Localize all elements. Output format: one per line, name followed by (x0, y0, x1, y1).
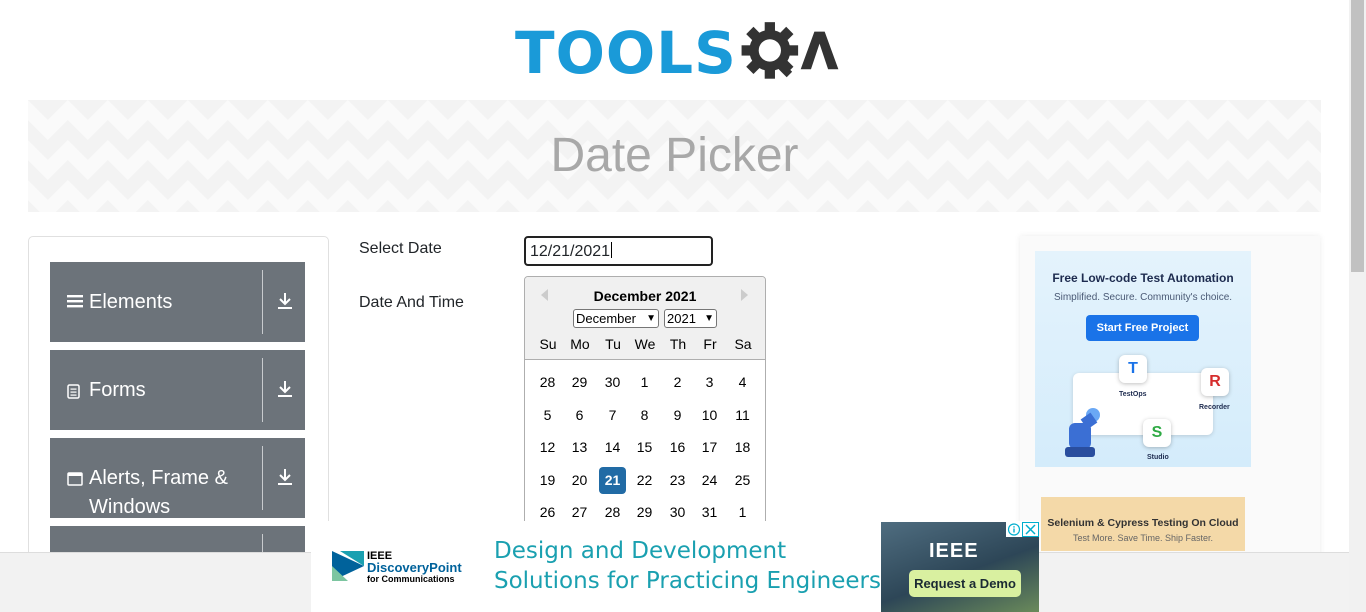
calendar-day[interactable]: 19 (534, 467, 561, 494)
ad-image-brand: IEEE (929, 540, 979, 562)
lambdatest-ad[interactable]: Selenium & Cypress Testing On Cloud Test… (1041, 497, 1245, 551)
calendar-day[interactable]: 29 (566, 369, 593, 396)
logo-tools-text: TOOLS (515, 19, 737, 87)
ad-tile-caption: Studio (1147, 454, 1169, 461)
ad-headline: Design and Development (494, 538, 787, 564)
close-ad-icon[interactable] (1022, 522, 1039, 537)
date-input-value: 12/21/2021 (530, 243, 611, 260)
ad-tile-caption: Recorder (1199, 404, 1230, 411)
date-and-time-label: Date And Time (359, 294, 464, 311)
calendar-day[interactable]: 11 (729, 402, 756, 429)
sidebar-group-alerts[interactable]: Alerts, Frame & Windows (50, 438, 305, 518)
calendar-day[interactable]: 18 (729, 434, 756, 461)
left-sidebar: Elements Forms Alerts, Frame & Windows (28, 236, 329, 566)
weekday-label: Su (539, 336, 557, 352)
calendar-day[interactable]: 3 (696, 369, 723, 396)
chevron-down-icon: ▼ (646, 313, 656, 324)
weekday-label: Mo (570, 336, 590, 352)
hamburger-icon (67, 295, 83, 308)
calendar-day[interactable]: 16 (664, 434, 691, 461)
calendar-day[interactable]: 9 (664, 402, 691, 429)
calendar-day[interactable]: 25 (729, 467, 756, 494)
toolsqa-logo[interactable]: TOOLS (515, 14, 840, 92)
calendar-day[interactable]: 23 (664, 467, 691, 494)
calendar-day[interactable]: 15 (631, 434, 658, 461)
calendar-current-month: December 2021 (593, 288, 697, 304)
calendar-day[interactable]: 8 (631, 402, 658, 429)
adchoices-info-icon[interactable] (1006, 522, 1022, 537)
weekday-label: Tu (605, 336, 621, 352)
year-select[interactable]: 2021 ▼ (664, 309, 717, 328)
calendar-day[interactable]: 17 (696, 434, 723, 461)
ad-brand-line: for Communications (367, 574, 455, 584)
weekday-label: Th (669, 336, 687, 352)
testops-tile-icon: T (1119, 355, 1147, 383)
sidebar-group-elements[interactable]: Elements (50, 262, 305, 342)
ad-subtitle: Simplified. Secure. Community's choice. (1053, 292, 1233, 303)
month-select-value: December (576, 311, 636, 326)
calendar-day[interactable]: 4 (729, 369, 756, 396)
calendar-day[interactable]: 5 (534, 402, 561, 429)
calendar-day-selected[interactable]: 21 (599, 467, 626, 494)
robot-arm-icon (1065, 408, 1100, 457)
calendar-popup: December 2021 December ▼ 2021 ▼ Su Mo Tu W… (524, 276, 766, 536)
scrollbar-thumb[interactable] (1351, 0, 1364, 272)
calendar-day[interactable]: 2 (664, 369, 691, 396)
request-demo-button[interactable]: Request a Demo (909, 570, 1021, 597)
calendar-day[interactable]: 12 (534, 434, 561, 461)
chevron-down-icon: ▼ (704, 313, 714, 324)
calendar-day[interactable]: 28 (534, 369, 561, 396)
download-arrow-icon[interactable] (277, 468, 293, 486)
ad-title: Free Low-code Test Automation (1052, 271, 1234, 285)
divider (262, 446, 263, 510)
calendar-day[interactable]: 6 (566, 402, 593, 429)
sidebar-group-label: Alerts, Frame & Windows (89, 467, 228, 518)
studio-tile-icon: S (1143, 419, 1171, 447)
download-arrow-icon[interactable] (277, 380, 293, 398)
page: TOOLS Date Picker Elements Forms Alerts,… (0, 0, 1366, 612)
calendar-day[interactable]: 13 (566, 434, 593, 461)
ieee-bottom-ad[interactable]: IEEE DiscoveryPoint for Communications D… (311, 521, 1039, 612)
calendar-day[interactable]: 7 (599, 402, 626, 429)
recorder-tile-icon: R (1201, 368, 1229, 396)
calendar-day[interactable]: 1 (631, 369, 658, 396)
calendar-day[interactable]: 10 (696, 402, 723, 429)
sidebar-group-label: Forms (89, 379, 146, 401)
calendar-day[interactable]: 24 (696, 467, 723, 494)
ad-subtitle: Test More. Save Time. Ship Faster. (1072, 533, 1214, 543)
calendar-day[interactable]: 14 (599, 434, 626, 461)
month-select[interactable]: December ▼ (573, 309, 659, 328)
ad-headline: Solutions for Practicing Engineers (494, 568, 881, 594)
year-select-value: 2021 (667, 311, 696, 326)
date-picker-input[interactable]: 12/21/2021 (524, 236, 713, 266)
download-arrow-icon[interactable] (277, 292, 293, 310)
katalon-ad[interactable]: Free Low-code Test Automation Simplified… (1035, 251, 1251, 467)
sidebar-group-forms[interactable]: Forms (50, 350, 305, 430)
ieee-discoverypoint-logo-icon (332, 551, 364, 581)
window-icon (67, 472, 83, 486)
ad-brand-line: DiscoveryPoint (367, 560, 462, 575)
calendar-day[interactable]: 30 (599, 369, 626, 396)
sidebar-group-label: Elements (89, 291, 173, 313)
calendar-day[interactable]: 20 (566, 467, 593, 494)
logo-qa-icon (741, 22, 839, 79)
select-date-label: Select Date (359, 240, 442, 257)
divider (262, 270, 263, 334)
page-banner: Date Picker (28, 100, 1321, 212)
ad-tile-caption: TestOps (1119, 391, 1147, 398)
start-free-project-button[interactable]: Start Free Project (1086, 315, 1199, 341)
ad-title: Selenium & Cypress Testing On Cloud (1047, 517, 1239, 529)
text-caret (611, 242, 613, 258)
page-title: Date Picker (550, 129, 799, 182)
weekday-label: Fr (703, 336, 717, 352)
divider (262, 358, 263, 422)
weekday-label: We (634, 336, 656, 352)
document-icon (67, 384, 80, 399)
calendar-header: December 2021 December ▼ 2021 ▼ Su Mo Tu W… (525, 277, 765, 360)
weekday-label: Sa (734, 336, 752, 352)
calendar-day[interactable]: 22 (631, 467, 658, 494)
